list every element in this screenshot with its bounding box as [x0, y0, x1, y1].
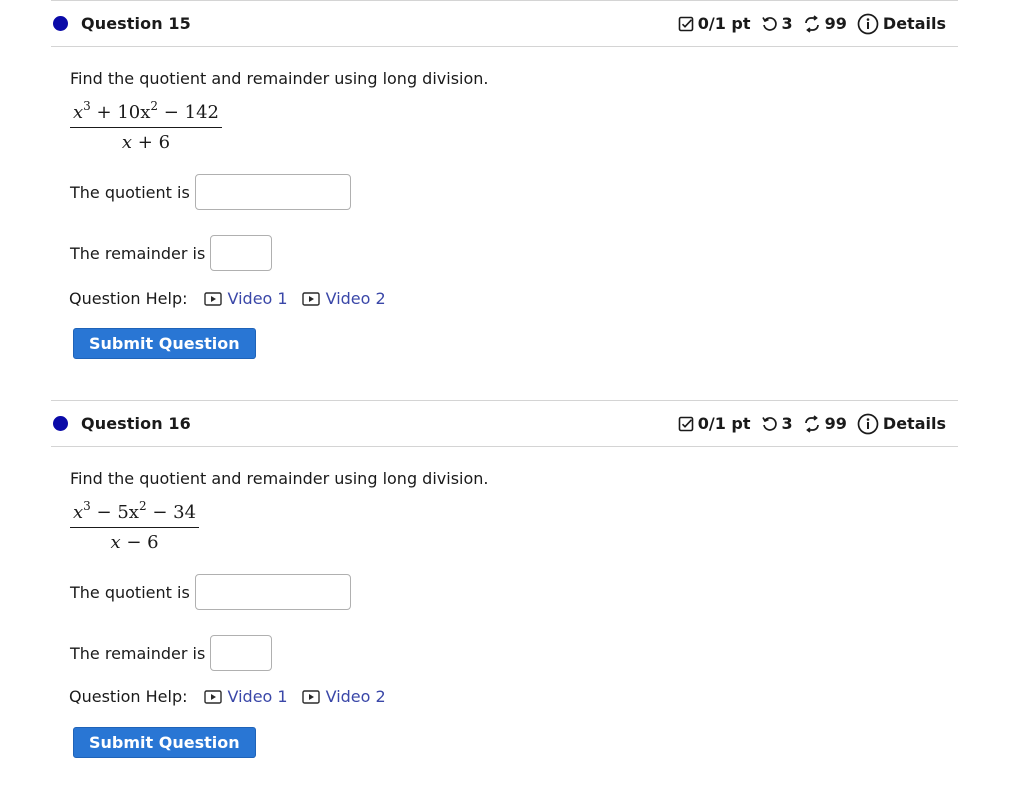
question-body: Find the quotient and remainder using lo… — [51, 469, 958, 758]
info-icon — [857, 13, 879, 34]
remainder-row: The remainder is — [70, 235, 958, 271]
score-indicator: 0/1 pt — [678, 414, 751, 433]
play-icon — [301, 689, 320, 704]
num-term-3: 142 — [184, 102, 219, 123]
submit-question-button[interactable]: Submit Question — [73, 328, 256, 359]
details-button[interactable]: Details — [857, 13, 946, 35]
score-text: 0/1 pt — [697, 14, 751, 33]
den-term-1: x — [121, 132, 133, 153]
question-meta: 0/1 pt 3 99 Details — [678, 13, 946, 35]
retries-indicator: 3 — [761, 14, 793, 33]
quotient-row: The quotient is — [70, 574, 958, 610]
num-op-2: − — [152, 502, 168, 523]
attempts-count: 99 — [824, 414, 847, 433]
den-op: + — [137, 132, 153, 153]
question-title: Question 16 — [81, 414, 191, 433]
num-term-3: 34 — [173, 502, 197, 523]
video-2-label: Video 2 — [325, 687, 386, 706]
num-term-1: x — [73, 102, 84, 123]
question-15: Question 15 0/1 pt 3 99 Details Find the… — [51, 1, 958, 359]
retries-count: 3 — [781, 414, 793, 433]
help-label: Question Help: — [69, 289, 188, 308]
question-header: Question 15 0/1 pt 3 99 Details — [51, 1, 958, 47]
play-icon — [301, 291, 320, 306]
info-icon — [857, 413, 879, 434]
quotient-row: The quotient is — [70, 174, 958, 210]
details-label: Details — [882, 414, 946, 433]
num-exp-1: 3 — [83, 499, 91, 513]
question-title: Question 15 — [81, 14, 191, 33]
play-icon — [203, 291, 222, 306]
retries-count: 3 — [781, 14, 793, 33]
retries-indicator: 3 — [761, 414, 793, 433]
num-op-1: − — [96, 502, 112, 523]
remainder-row: The remainder is — [70, 635, 958, 671]
attempts-icon — [804, 414, 819, 433]
fraction-numerator: x3 − 5x2 − 34 — [70, 499, 200, 528]
question-list: Question 15 0/1 pt 3 99 Details Find the… — [51, 0, 958, 758]
remainder-input[interactable] — [210, 635, 273, 671]
fraction-denominator: x + 6 — [70, 128, 222, 153]
den-term-2: 6 — [147, 532, 159, 553]
den-term-2: 6 — [158, 132, 171, 153]
num-term-1: x — [73, 502, 84, 523]
retry-icon — [761, 17, 777, 31]
status-dot-icon — [53, 16, 68, 31]
status-dot-icon — [53, 416, 68, 431]
play-icon — [203, 689, 222, 704]
attempts-count: 99 — [824, 14, 847, 33]
fraction-expression: x3 − 5x2 − 34 x − 6 — [70, 499, 200, 553]
remainder-label: The remainder is — [70, 643, 206, 663]
score-indicator: 0/1 pt — [678, 14, 751, 33]
checkbox-icon — [678, 416, 694, 431]
fraction-expression: x3 + 10x2 − 142 x + 6 — [70, 99, 222, 153]
score-text: 0/1 pt — [697, 414, 751, 433]
retry-icon — [761, 417, 777, 431]
video-1-label: Video 1 — [227, 687, 288, 706]
quotient-input[interactable] — [194, 574, 351, 610]
fraction-numerator: x3 + 10x2 − 142 — [70, 99, 222, 128]
num-exp-2: 2 — [150, 99, 159, 113]
attempts-indicator: 99 — [803, 414, 847, 433]
video-1-link[interactable]: Video 1 — [203, 687, 288, 706]
quotient-label: The quotient is — [70, 182, 190, 202]
checkbox-icon — [678, 16, 694, 31]
details-button[interactable]: Details — [857, 413, 946, 435]
video-2-label: Video 2 — [325, 289, 386, 308]
question-meta: 0/1 pt 3 99 Details — [678, 413, 946, 435]
question-title-group: Question 15 — [51, 14, 191, 33]
num-term-2: 5x — [117, 502, 139, 523]
question-title-group: Question 16 — [51, 414, 191, 433]
remainder-label: The remainder is — [70, 243, 206, 263]
num-op-1: + — [96, 102, 112, 123]
question-16: Question 16 0/1 pt 3 99 Details Find the… — [51, 401, 958, 758]
question-help: Question Help: Video 1 Video 2 — [69, 289, 958, 308]
question-body: Find the quotient and remainder using lo… — [51, 69, 958, 359]
num-op-2: − — [163, 102, 179, 123]
quotient-input[interactable] — [194, 174, 351, 210]
den-term-1: x — [110, 532, 121, 553]
attempts-icon — [804, 14, 819, 33]
question-header: Question 16 0/1 pt 3 99 Details — [51, 401, 958, 447]
quotient-label: The quotient is — [70, 582, 190, 602]
question-help: Question Help: Video 1 Video 2 — [69, 687, 958, 706]
video-2-link[interactable]: Video 2 — [301, 687, 386, 706]
question-prompt: Find the quotient and remainder using lo… — [70, 69, 489, 88]
question-prompt: Find the quotient and remainder using lo… — [70, 469, 489, 488]
num-term-2: 10x — [117, 102, 151, 123]
help-label: Question Help: — [69, 687, 188, 706]
remainder-input[interactable] — [210, 235, 273, 271]
fraction-denominator: x − 6 — [70, 528, 199, 553]
num-exp-2: 2 — [138, 499, 147, 513]
attempts-indicator: 99 — [803, 14, 847, 33]
submit-question-button[interactable]: Submit Question — [73, 727, 256, 758]
den-op: − — [126, 532, 142, 553]
video-1-link[interactable]: Video 1 — [203, 289, 288, 308]
video-2-link[interactable]: Video 2 — [301, 289, 386, 308]
details-label: Details — [882, 14, 946, 33]
video-1-label: Video 1 — [227, 289, 288, 308]
num-exp-1: 3 — [83, 99, 91, 113]
